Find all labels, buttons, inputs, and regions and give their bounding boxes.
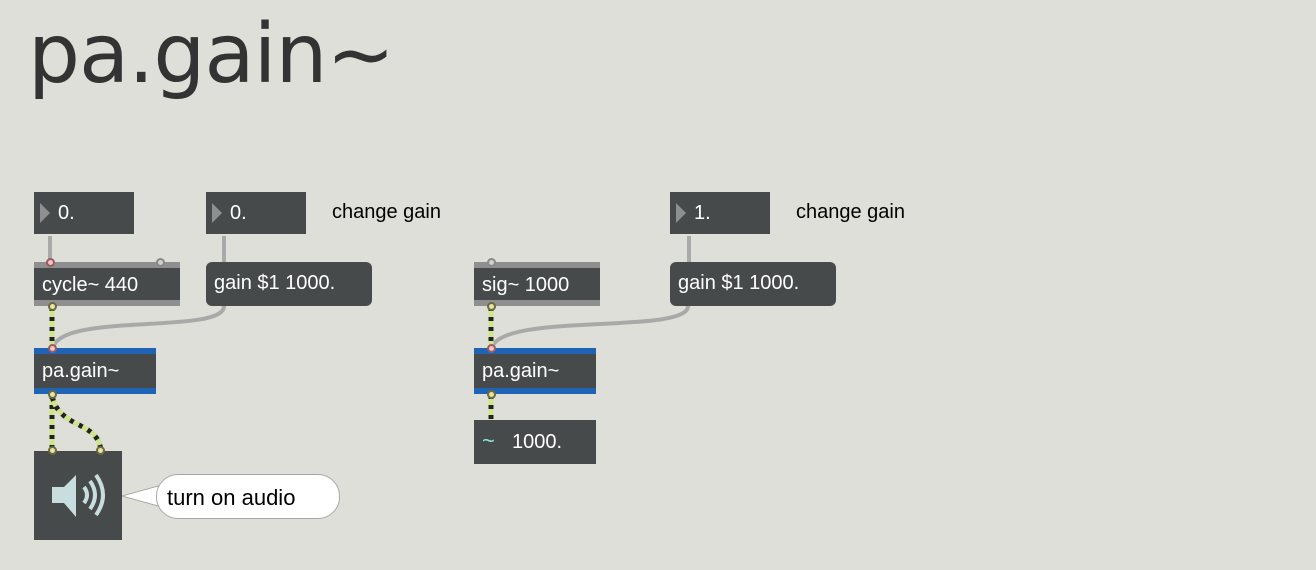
number-arrow-icon xyxy=(676,203,686,223)
object-label: pa.gain~ xyxy=(482,360,560,382)
change-gain-comment-right: change gain xyxy=(796,201,905,223)
object-label: sig~ 1000 xyxy=(482,274,570,296)
turn-on-audio-bubble: turn on audio xyxy=(156,474,340,519)
pa-gain-object[interactable]: pa.gain~ xyxy=(34,348,156,394)
number-arrow-icon xyxy=(40,203,50,223)
object-label: pa.gain~ xyxy=(42,360,120,382)
outlet[interactable] xyxy=(48,390,57,399)
cycle-object[interactable]: cycle~ 440 xyxy=(34,262,180,306)
signal-number-display: ~ 1000. xyxy=(474,420,596,464)
speaker-icon xyxy=(52,473,105,517)
tilde-icon: ~ xyxy=(482,428,495,453)
inlet[interactable] xyxy=(48,344,57,353)
cord-message-to-gain-left xyxy=(51,305,226,349)
frequency-number-box[interactable]: 0. xyxy=(34,192,134,234)
inlet[interactable] xyxy=(487,258,496,267)
inlet[interactable] xyxy=(487,344,496,353)
message-label: gain $1 1000. xyxy=(678,272,800,294)
pa-gain-object-right[interactable]: pa.gain~ xyxy=(474,348,596,394)
inlet[interactable] xyxy=(96,446,105,455)
inlet[interactable] xyxy=(156,258,165,267)
inlet[interactable] xyxy=(46,258,55,267)
gain-number-box[interactable]: 0. xyxy=(206,192,306,234)
cord-message-to-gain-right xyxy=(490,305,690,349)
sig-object[interactable]: sig~ 1000 xyxy=(474,262,600,306)
gain-message-box-right[interactable]: gain $1 1000. xyxy=(670,262,836,306)
gain-number-box-right[interactable]: 1. xyxy=(670,192,770,234)
number-value: 1. xyxy=(694,202,711,224)
signal-value: 1000. xyxy=(512,431,563,453)
bubble-label: turn on audio xyxy=(167,485,296,510)
message-label: gain $1 1000. xyxy=(214,272,336,294)
number-value: 0. xyxy=(230,202,247,224)
object-label: cycle~ 440 xyxy=(42,274,139,296)
outlet[interactable] xyxy=(487,390,496,399)
change-gain-comment: change gain xyxy=(332,201,441,223)
outlet[interactable] xyxy=(48,302,57,311)
inlet[interactable] xyxy=(48,446,57,455)
number-arrow-icon xyxy=(212,203,222,223)
gain-message-box[interactable]: gain $1 1000. xyxy=(206,262,372,306)
speaker-toggle[interactable] xyxy=(34,451,122,540)
number-value: 0. xyxy=(58,202,75,224)
outlet[interactable] xyxy=(487,302,496,311)
